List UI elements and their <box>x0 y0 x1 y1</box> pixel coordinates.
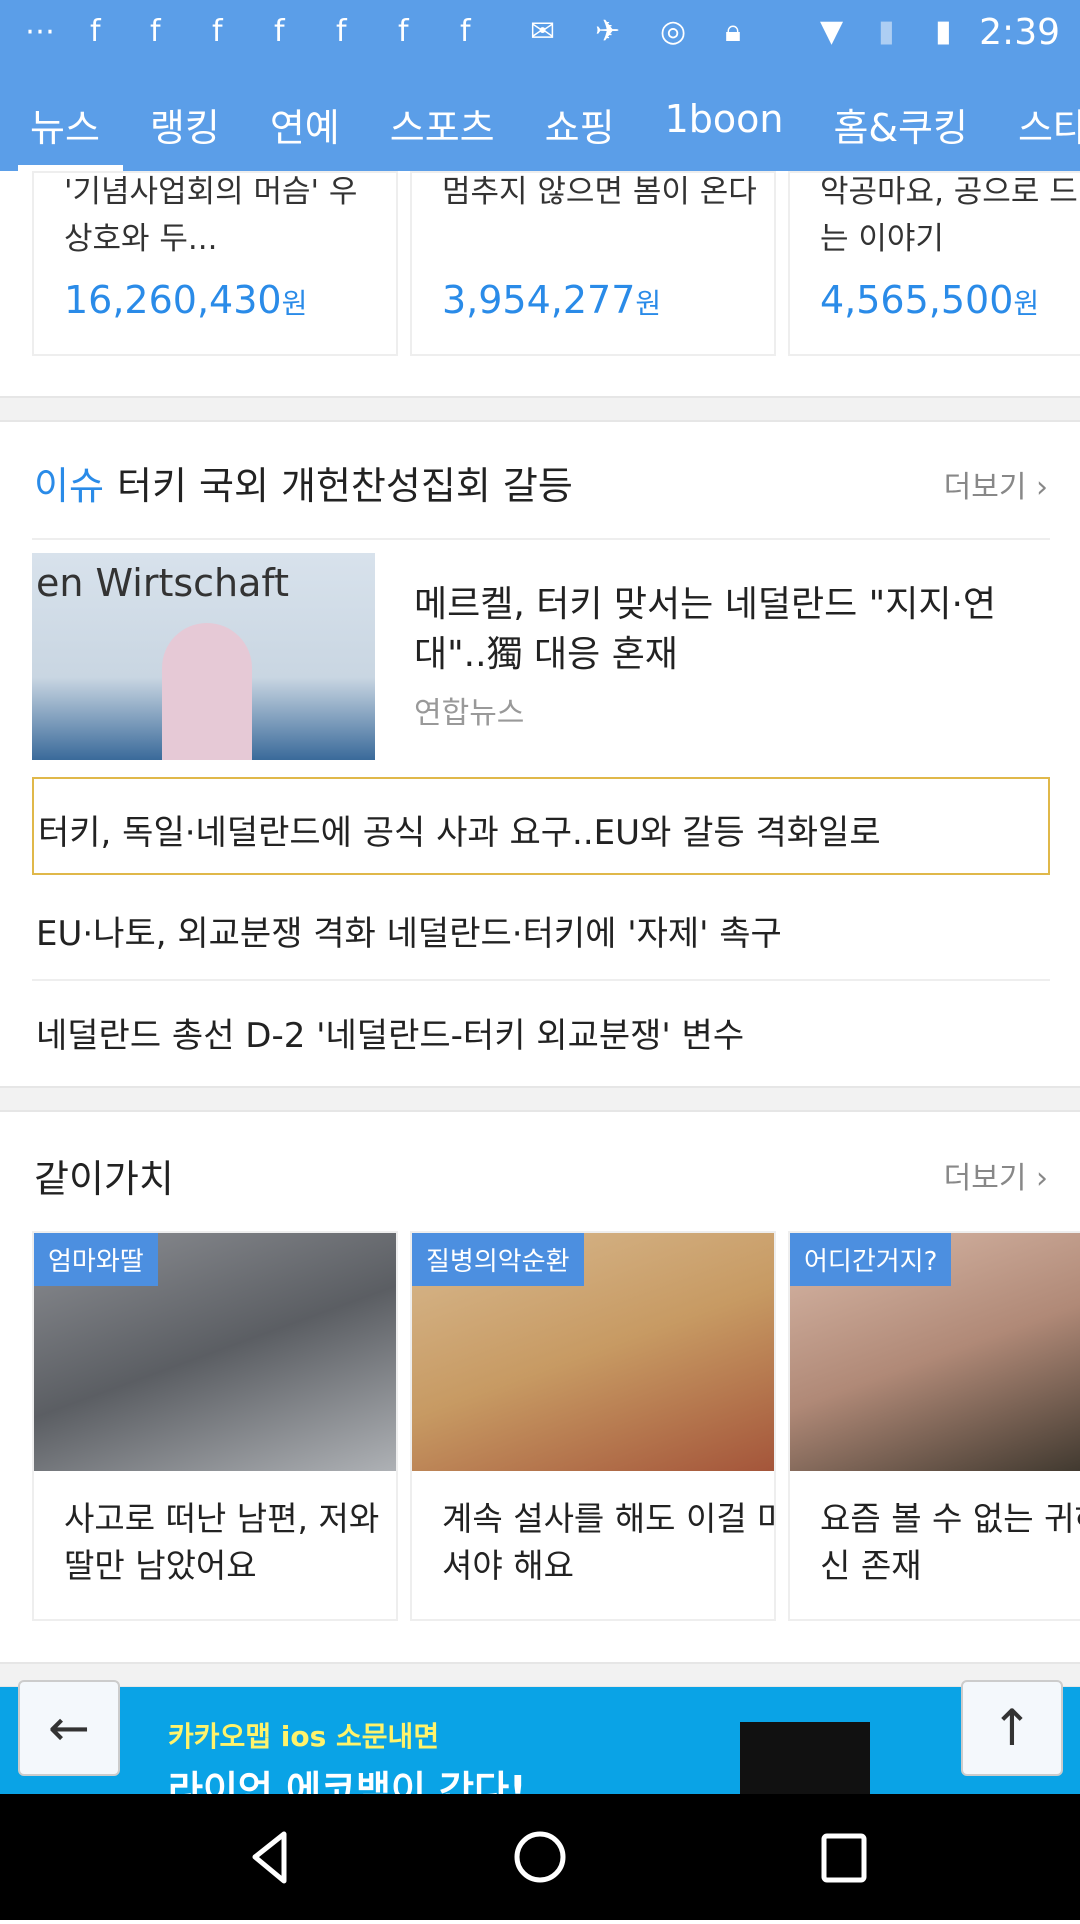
tab-sports[interactable]: 스포츠 <box>360 67 515 171</box>
back-nav-icon[interactable] <box>252 1831 287 1884</box>
more-icon: ⋯ <box>25 14 55 49</box>
card-amount: 3,954,277원 <box>442 278 662 322</box>
card-badge: 질병의악순환 <box>412 1233 584 1286</box>
together-card[interactable]: 어디간거지? 요즘 볼 수 없는 귀하신 존재 <box>788 1231 1080 1621</box>
donation-card[interactable]: 멈추지 않으면 봄이 온다 3,954,277원 <box>410 171 776 356</box>
card-amount: 4,565,500원 <box>820 278 1040 322</box>
divider <box>32 979 1050 981</box>
card-title: 요즘 볼 수 없는 귀하신 존재 <box>820 1499 1080 1585</box>
highlighted-headline[interactable]: 터키, 독일·네덜란드에 공식 사과 요구..EU와 갈등 격화일로 <box>32 777 1050 875</box>
clock: 2:39 <box>979 12 1060 53</box>
tab-star[interactable]: 스타 <box>988 67 1080 171</box>
divider <box>32 538 1050 540</box>
news-source: 연합뉴스 <box>414 696 525 731</box>
issue-header: 이슈 터키 국외 개헌찬성집회 갈등 <box>34 455 573 510</box>
donation-card[interactable]: 악공마요, 공으로 드는 이야기 4,565,500원 <box>788 171 1080 356</box>
together-title: 같이가치 <box>34 1157 174 1201</box>
tab-news[interactable]: 뉴스 <box>0 67 120 171</box>
card-amount: 16,260,430원 <box>64 278 308 322</box>
banner-line2: 라이언 에코백이 간다! <box>168 1768 527 1794</box>
card-title: 계속 설사를 해도 이걸 마셔야 해요 <box>442 1499 776 1585</box>
section-separator <box>0 396 1080 422</box>
person-figure <box>162 623 252 760</box>
headline-item[interactable]: EU·나토, 외교분쟁 격화 네덜란드·터키에 '자제' 촉구 <box>36 906 782 955</box>
news-thumbnail[interactable]: en Wirtschaft <box>32 553 375 760</box>
ecobag-image <box>740 1722 870 1794</box>
section-separator <box>0 1086 1080 1112</box>
card-title: 멈추지 않으면 봄이 온다 <box>442 174 757 210</box>
card-badge: 엄마와딸 <box>34 1233 158 1286</box>
sync-icon: ◎ <box>660 14 687 49</box>
facebook-icon: f <box>398 14 409 49</box>
banner-line1: 카카오맵 ios 소문내면 <box>168 1720 440 1753</box>
tab-entertainment[interactable]: 연예 <box>240 67 360 171</box>
together-more-link[interactable]: 더보기 › <box>944 1153 1048 1197</box>
system-nav-bar <box>0 1794 1080 1920</box>
back-button[interactable]: ← <box>18 1680 120 1776</box>
donation-card[interactable]: '기념사업회의 머슴' 우상호와 두... 16,260,430원 <box>32 171 398 356</box>
fake-gps-icon: ✈ <box>595 14 621 49</box>
facebook-icon: f <box>212 14 223 49</box>
headline-text: 터키, 독일·네덜란드에 공식 사과 요구..EU와 갈등 격화일로 <box>38 813 881 853</box>
issue-title: 터키 국외 개헌찬성집회 갈등 <box>117 464 573 508</box>
main-headline[interactable]: 메르켈, 터키 맞서는 네덜란드 "지지·연대"..獨 대응 혼재 <box>414 580 1044 680</box>
together-card[interactable]: 질병의악순환 계속 설사를 해도 이걸 마셔야 해요 <box>410 1231 776 1621</box>
tab-home-cooking[interactable]: 홈&쿠킹 <box>803 67 988 171</box>
tab-ranking[interactable]: 랭킹 <box>120 67 240 171</box>
facebook-icon: f <box>460 14 471 49</box>
issue-tag: 이슈 <box>34 464 104 508</box>
card-title: 사고로 떠난 남편, 저와 딸만 남았어요 <box>64 1499 380 1585</box>
card-title: '기념사업회의 머슴' 우상호와 두... <box>64 174 358 257</box>
thumbnail-text: en Wirtschaft <box>36 561 290 605</box>
card-title: 악공마요, 공으로 드는 이야기 <box>820 174 1078 257</box>
facebook-icon: f <box>150 14 161 49</box>
arrow-left-icon: ← <box>48 1699 90 1757</box>
facebook-icon: f <box>336 14 347 49</box>
battery-charging-icon: ▮ <box>935 14 952 49</box>
card-badge: 어디간거지? <box>790 1233 952 1286</box>
home-nav-icon[interactable] <box>514 1831 566 1883</box>
ad-banner[interactable]: 카카오맵 ios 소문내면 라이언 에코백이 간다! <box>0 1687 1080 1794</box>
arrow-up-icon: ↑ <box>991 1699 1033 1757</box>
tab-shopping[interactable]: 쇼핑 <box>515 67 635 171</box>
issue-more-link[interactable]: 더보기 › <box>944 462 1048 506</box>
status-bar: ⋯ f f f f f f f ✉ ✈ ◎ 🔒︎ ▼ ▮ ▮ 2:39 <box>0 0 1080 67</box>
facebook-icon: f <box>274 14 285 49</box>
together-card[interactable]: 엄마와딸 사고로 떠난 남편, 저와 딸만 남았어요 <box>32 1231 398 1621</box>
no-sim-icon: ▮ <box>878 14 895 49</box>
wifi-icon: ▼ <box>820 14 844 49</box>
category-tabs: 뉴스 랭킹 연예 스포츠 쇼핑 1boon 홈&쿠킹 스타 <box>0 67 1080 171</box>
lock-icon: 🔒︎ <box>725 14 741 49</box>
headline-item[interactable]: 네덜란드 총선 D-2 '네덜란드-터키 외교분쟁' 변수 <box>36 1008 744 1057</box>
facebook-icon: f <box>90 14 101 49</box>
section-separator <box>0 1662 1080 1688</box>
scroll-top-button[interactable]: ↑ <box>961 1680 1063 1776</box>
mail-icon: ✉ <box>530 14 556 49</box>
tab-1boon[interactable]: 1boon <box>635 67 804 171</box>
recents-nav-icon[interactable] <box>821 1833 867 1883</box>
